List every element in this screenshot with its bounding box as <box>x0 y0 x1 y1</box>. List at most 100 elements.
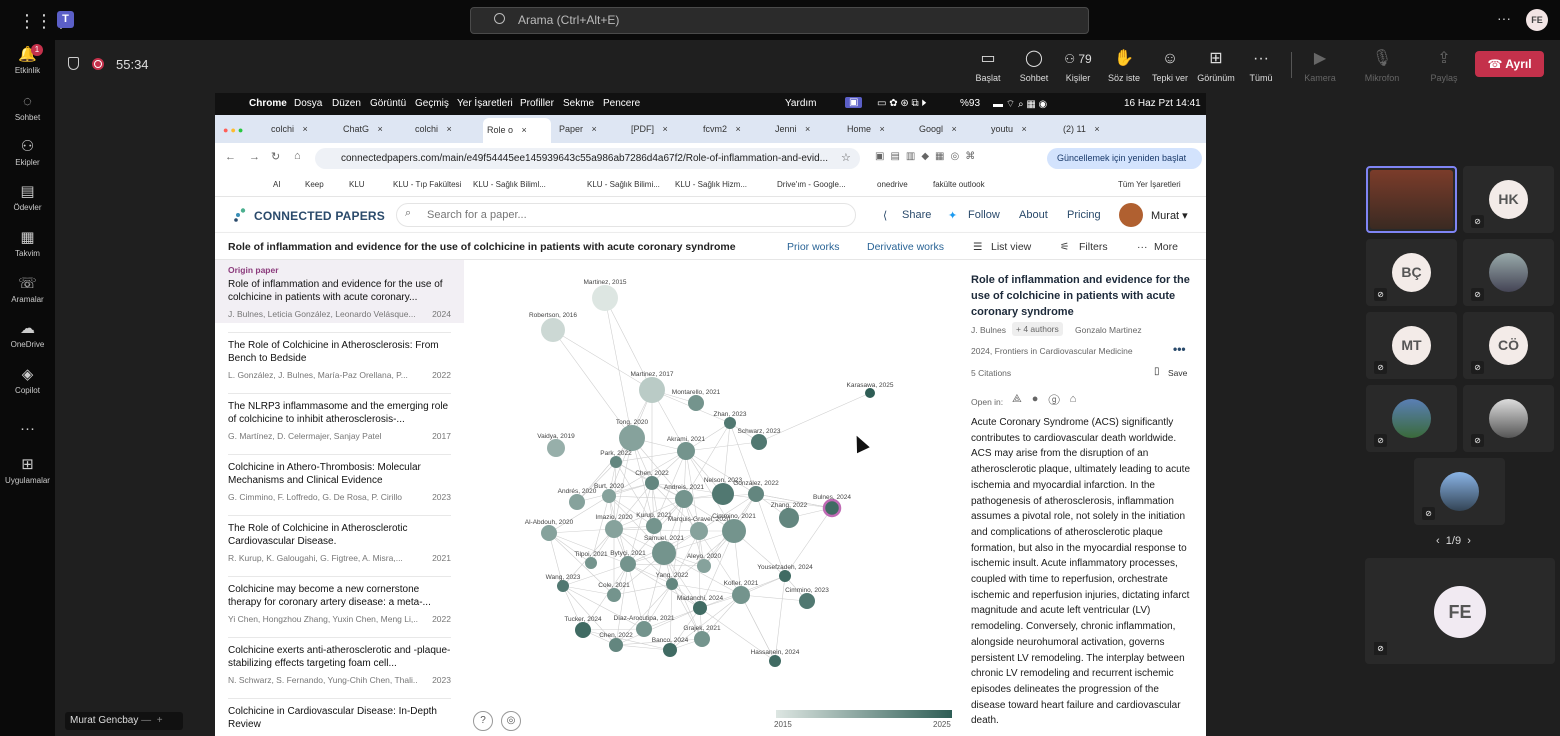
camera-button[interactable]: ▶ Kamera <box>1294 49 1346 83</box>
browser-tab[interactable]: Jenni × <box>771 120 839 139</box>
participant-tile[interactable]: ⊘ <box>1463 385 1554 452</box>
browser-tab[interactable]: colchi × <box>267 120 335 139</box>
close-icon[interactable]: × <box>1019 124 1027 134</box>
browser-tab[interactable]: youtu × <box>987 120 1055 139</box>
browser-tab[interactable]: fcvm2 × <box>699 120 767 139</box>
close-icon[interactable]: × <box>949 124 957 134</box>
detail-title[interactable]: Role of inflammation and evidence for th… <box>971 272 1191 320</box>
graph-node[interactable]: Madanchi, 2024 <box>677 595 724 615</box>
browser-tab[interactable]: Googl × <box>915 120 983 139</box>
browser-tab[interactable]: Paper × <box>555 120 623 139</box>
graph-node-circle[interactable] <box>547 439 565 457</box>
extension-icons[interactable]: ▣▤▥◆▦◎⌘ <box>875 151 981 162</box>
twitter-icon[interactable]: ✦ <box>948 209 957 222</box>
list-item[interactable]: The NLRP3 inflammasome and the emerging … <box>215 401 464 441</box>
graph-node-circle[interactable] <box>652 541 676 565</box>
bookmark-item[interactable]: AI <box>273 180 281 189</box>
more-icon[interactable]: ••• <box>1173 342 1186 356</box>
graph-node-circle[interactable] <box>779 508 799 528</box>
menu-dosya[interactable]: Dosya <box>294 98 322 109</box>
graph-node-circle[interactable] <box>541 318 565 342</box>
menu-yardim[interactable]: Yardım <box>785 98 817 109</box>
graph-node-circle[interactable] <box>799 593 815 609</box>
close-icon[interactable]: × <box>444 124 452 134</box>
graph-node-circle[interactable] <box>677 442 695 460</box>
close-icon[interactable]: × <box>877 124 885 134</box>
graph-node-circle[interactable] <box>694 631 710 647</box>
graph-node[interactable]: Schwarz, 2023 <box>738 428 781 450</box>
graph-node[interactable]: Tong, 2020 <box>616 419 649 451</box>
participant-tile[interactable]: ⊘ <box>1414 458 1505 525</box>
list-item[interactable]: Colchicine exerts anti-atherosclerotic a… <box>215 645 464 685</box>
graph-node-circle[interactable] <box>620 556 636 572</box>
graph-node-circle[interactable] <box>585 557 597 569</box>
pricing-link[interactable]: Pricing <box>1067 209 1101 221</box>
bookmark-item[interactable]: Tüm Yer İşaretleri <box>1118 180 1181 189</box>
close-icon[interactable]: × <box>733 124 741 134</box>
bookmark-item[interactable]: KLU <box>349 180 365 189</box>
graph-node-circle[interactable] <box>675 490 693 508</box>
graph-node-circle[interactable] <box>748 486 764 502</box>
graph-node-circle[interactable] <box>602 489 616 503</box>
user-menu[interactable]: Murat ▾ <box>1151 209 1188 222</box>
participant-tile[interactable]: HK ⊘ <box>1463 166 1554 233</box>
bookmark-icon[interactable]: ▯ <box>1154 366 1160 377</box>
graph-node-circle[interactable] <box>607 588 621 602</box>
graph-node[interactable]: Tucker, 2024 <box>564 616 602 638</box>
graph-node-circle[interactable] <box>732 586 750 604</box>
derivative-works-link[interactable]: Derivative works <box>867 241 944 253</box>
forward-icon[interactable]: → <box>249 151 260 163</box>
close-icon[interactable]: × <box>519 125 527 135</box>
close-icon[interactable]: × <box>660 124 668 134</box>
window-controls[interactable]: ●●● <box>223 125 245 135</box>
graph-node-circle[interactable] <box>575 622 591 638</box>
about-link[interactable]: About <box>1019 209 1048 221</box>
save-button[interactable]: Save <box>1168 368 1187 378</box>
more-icon[interactable]: ··· <box>1497 10 1511 26</box>
graph-node-circle[interactable] <box>605 520 623 538</box>
graph-node-circle[interactable] <box>690 522 708 540</box>
list-item[interactable]: Role of inflammation and evidence for th… <box>215 279 464 319</box>
graph-node-circle[interactable] <box>646 518 662 534</box>
list-item[interactable]: The Role of Colchicine in Atheroscleroti… <box>215 523 464 563</box>
graph-node-circle[interactable] <box>688 395 704 411</box>
close-icon[interactable]: × <box>300 124 308 134</box>
update-button[interactable]: Güncellemek için yeniden başlat <box>1047 148 1202 169</box>
list-item[interactable]: Colchicine may become a new cornerstone … <box>215 584 464 624</box>
follow-link[interactable]: Follow <box>968 209 1000 221</box>
graph-node-circle[interactable] <box>569 494 585 510</box>
browser-tab[interactable]: ChatG × <box>339 120 407 139</box>
shield-icon[interactable] <box>68 57 79 70</box>
browser-tab[interactable]: colchi × <box>411 120 479 139</box>
prior-works-link[interactable]: Prior works <box>787 241 840 253</box>
bookmark-item[interactable]: KLU - Tıp Fakültesi <box>393 180 461 189</box>
menu-chrome[interactable]: Chrome <box>249 98 287 109</box>
bookmark-item[interactable]: Keep <box>305 180 324 189</box>
menu-goruntu[interactable]: Görüntü <box>370 98 406 109</box>
graph-node[interactable]: Yang, 2022 <box>656 572 689 590</box>
graph-node-circle[interactable] <box>865 388 875 398</box>
bookmark-item[interactable]: Drive'ım - Google... <box>777 180 846 189</box>
graph-node-circle[interactable] <box>822 498 842 518</box>
graph-node-circle[interactable] <box>592 285 618 311</box>
graph-node[interactable]: Chen, 2022 <box>599 632 633 652</box>
graph-node[interactable]: Aleyo, 2020 <box>687 553 722 573</box>
more-authors-chip[interactable]: + 4 authors <box>1012 322 1063 336</box>
menu-duzen[interactable]: Düzen <box>332 98 361 109</box>
graph-node[interactable]: Andrés, 2020 <box>558 488 597 510</box>
graph-node[interactable]: Hassanein, 2024 <box>751 649 800 667</box>
graph-node-circle[interactable] <box>769 655 781 667</box>
menu-pencere[interactable]: Pencere <box>603 98 640 109</box>
browser-tab[interactable]: Home × <box>843 120 911 139</box>
close-icon[interactable]: × <box>375 124 383 134</box>
star-icon[interactable]: ☆ <box>841 151 851 164</box>
react-button[interactable]: ☺ Tepki ver <box>1144 49 1196 83</box>
rail-item-uygulamalar[interactable]: ⊞ Uygulamalar <box>0 456 55 485</box>
rail-item-copilot[interactable]: ◈ Copilot <box>0 366 55 395</box>
avatar[interactable]: FE <box>1526 9 1548 31</box>
graph-node[interactable]: Montarello, 2021 <box>672 389 721 411</box>
close-icon[interactable]: × <box>1092 124 1099 134</box>
graph-node-circle[interactable] <box>693 601 707 615</box>
graph-node[interactable]: Yousefzadeh, 2024 <box>757 564 813 582</box>
graph-node[interactable]: Martinez, 2015 <box>584 279 627 311</box>
